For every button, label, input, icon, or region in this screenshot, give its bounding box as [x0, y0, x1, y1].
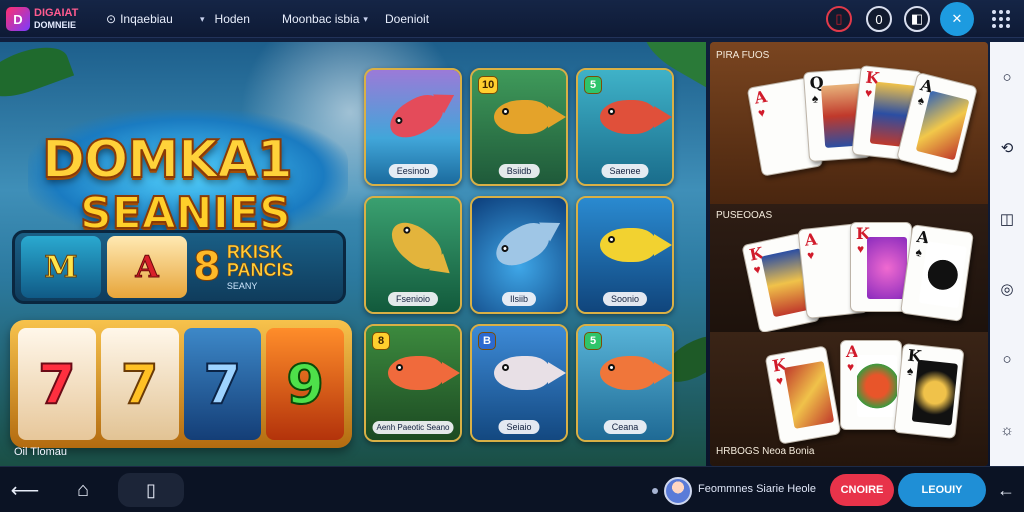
- promo-tile-a: A: [107, 236, 187, 298]
- game-card[interactable]: 5 Ceana: [576, 324, 674, 442]
- choice-button[interactable]: CNOIRE: [830, 474, 894, 506]
- card-section-3[interactable]: K ♥ A ♥ K ♠ HRBOGS Neoa Bonia: [710, 332, 988, 466]
- settings-icon[interactable]: ☼: [995, 419, 1019, 443]
- apps-grid-icon[interactable]: [992, 10, 1010, 28]
- slot-caption: Oil Tlomau: [14, 446, 67, 458]
- game-card[interactable]: 8 Aenh Paeotic Seano: [364, 324, 462, 442]
- nav-item-3[interactable]: Moonbac isbia ▾: [282, 0, 368, 38]
- nav-item-4[interactable]: Doenioit: [385, 0, 429, 38]
- promo-bonus-line1: RKISK: [226, 242, 284, 262]
- fish-icon: [388, 356, 460, 390]
- chevron-down-icon: ▾: [363, 13, 368, 24]
- game-card-badge: 10: [478, 76, 499, 94]
- game-card[interactable]: 5 Saenee: [576, 68, 674, 186]
- promo-banner[interactable]: M A 8 RKISK PANCIS SEANY: [12, 230, 346, 304]
- close-icon[interactable]: ✕: [940, 2, 974, 36]
- balance-icon[interactable]: 0: [866, 6, 892, 32]
- game-card-label: Seiaio: [498, 420, 540, 434]
- app-window: D DIGAIAT DOMNEIE ⊙ Inqaebiau ▾ Hoden Mo…: [0, 0, 1024, 512]
- game-card[interactable]: Soonio: [576, 196, 674, 314]
- game-card-label: Bsiidb: [498, 164, 540, 178]
- game-card-badge: B: [478, 332, 496, 350]
- promo-bonus-line2: PANCIS: [226, 260, 294, 280]
- card-games-panel: PIRA FUOS A ♥ Q ♠ K ♥ A ♠ PUSEOOAS K ♥ A…: [710, 42, 988, 466]
- slot-reel-3: 7: [183, 328, 262, 440]
- game-card-label: Eesinob: [388, 164, 438, 178]
- circle-icon[interactable]: ○: [995, 348, 1019, 372]
- promo-bonus-line3: SEANY: [226, 281, 258, 291]
- fish-icon: [600, 356, 672, 390]
- playing-card: A ♠: [900, 224, 974, 322]
- game-card[interactable]: Eesinob: [364, 68, 462, 186]
- nav-item-1[interactable]: ⊙ Inqaebiau: [106, 0, 173, 38]
- phone-icon: ▯: [146, 479, 156, 500]
- slot-machine[interactable]: 7 7 7 9: [10, 320, 352, 448]
- playing-card: K ♥: [764, 345, 842, 445]
- card-section-1[interactable]: PIRA FUOS A ♥ Q ♠ K ♥ A ♠: [710, 42, 988, 204]
- logo-line1: DIGAIAT: [34, 7, 79, 19]
- nav-item-4-label: Doenioit: [385, 12, 430, 26]
- nav-item-3-label: Moonbac isbia: [282, 12, 360, 26]
- status-dot: [652, 488, 658, 494]
- main-banner-area: DOMKA1 SEANIES M A 8 RKISK PANCIS SEANY …: [0, 42, 706, 466]
- card-section-2[interactable]: PUSEOOAS K ♥ A ♥ K ♥ A ♠: [710, 204, 988, 334]
- nav-item-1-label: Inqaebiau: [120, 12, 173, 26]
- window-icon[interactable]: ◫: [995, 207, 1019, 231]
- hero-title: DOMKA1 SEANIES: [28, 90, 348, 250]
- user-status-text: Feommnes Siarie Heole: [698, 483, 816, 495]
- logo-line2: DOMNEIE: [34, 20, 77, 30]
- slot-reel-2: 7: [100, 328, 179, 440]
- promo-tile-m: M: [21, 236, 101, 298]
- promo-bonus-number: 8: [193, 244, 222, 291]
- game-card-badge: 5: [584, 332, 602, 350]
- home-icon[interactable]: ⌂: [70, 477, 96, 503]
- fish-icon: [600, 100, 672, 134]
- nav-item-1-icon: ⊙: [106, 12, 117, 26]
- login-button[interactable]: LEOUIY: [898, 473, 986, 507]
- wallet-icon[interactable]: ◧: [904, 6, 930, 32]
- avatar[interactable]: [664, 477, 692, 505]
- right-rail: ○ ⟲ ◫ ◎ ○ ☼: [990, 42, 1024, 466]
- bottom-bar: ⟵ ⌂ ▯ Feommnes Siarie Heole CNOIRE LEOUI…: [0, 466, 1024, 512]
- fish-icon: [494, 356, 566, 390]
- game-card-badge: 5: [584, 76, 602, 94]
- slot-reel-4: 9: [266, 328, 344, 440]
- chevron-down-icon: ▾: [200, 13, 205, 24]
- game-card-badge: 8: [372, 332, 390, 350]
- fish-icon: [600, 228, 672, 262]
- card-section-1-title: PIRA FUOS: [716, 50, 770, 61]
- logo-text: DIGAIAT DOMNEIE: [34, 8, 78, 30]
- nav-item-2-label: Hoden: [214, 12, 250, 26]
- promo-bonus-text: RKISK PANCIS SEANY: [227, 243, 294, 291]
- refresh-icon[interactable]: ⟲: [995, 136, 1019, 160]
- site-logo[interactable]: D DIGAIAT DOMNEIE: [6, 4, 96, 34]
- slot-reel-1: 7: [18, 328, 96, 440]
- game-card-label: Saenee: [601, 164, 649, 178]
- hero-title-line1: DOMKA1: [41, 129, 294, 191]
- card-section-3-title: HRBOGS Neoa Bonia: [716, 446, 815, 457]
- game-card-label: Ilsiib: [501, 292, 537, 306]
- game-card[interactable]: 10 Bsiidb: [470, 68, 568, 186]
- game-card-label: Fsenioio: [387, 292, 439, 306]
- card-section-2-title: PUSEOOAS: [716, 210, 773, 221]
- fish-icon: [494, 100, 566, 134]
- game-card[interactable]: B Seiaio: [470, 324, 568, 442]
- playing-card: K ♠: [893, 343, 965, 439]
- notification-icon[interactable]: ▯: [826, 6, 852, 32]
- promo-bonus: 8 RKISK PANCIS SEANY: [193, 243, 337, 291]
- logo-mark-icon: D: [6, 7, 30, 31]
- game-card[interactable]: Ilsiib: [470, 196, 568, 314]
- playing-card: A ♥: [840, 340, 902, 430]
- game-card-label: Soonio: [602, 292, 648, 306]
- back-arrow-icon[interactable]: ⟵: [11, 477, 40, 503]
- game-card-label: Ceana: [603, 420, 647, 434]
- back-arrow-icon[interactable]: ←: [994, 477, 1018, 503]
- game-card-label: Aenh Paeotic Seano: [372, 421, 454, 434]
- game-card[interactable]: Fsenioio: [364, 196, 462, 314]
- recent-apps-button[interactable]: ▯: [118, 473, 184, 507]
- top-bar: D DIGAIAT DOMNEIE ⊙ Inqaebiau ▾ Hoden Mo…: [0, 0, 1024, 38]
- search-icon[interactable]: ○: [995, 65, 1019, 89]
- nav-item-2[interactable]: ▾ Hoden: [200, 0, 250, 38]
- location-icon[interactable]: ◎: [995, 277, 1019, 301]
